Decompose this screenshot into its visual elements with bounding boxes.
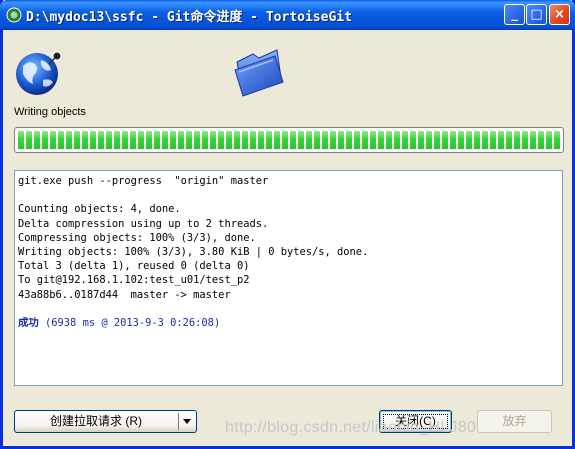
status-label: Writing objects (14, 106, 86, 118)
chevron-down-icon[interactable] (183, 419, 191, 424)
window-title: D:\mydoc13\ssfc - Git命令进度 - TortoiseGit (26, 10, 352, 25)
maximize-icon: □ (530, 7, 543, 22)
minimize-icon: _ (511, 7, 518, 22)
log-line: Counting objects: 4, done. (18, 203, 181, 216)
log-line: git.exe push --progress "origin" master (18, 175, 269, 187)
minimize-button[interactable]: _ (504, 4, 525, 25)
globe-icon (16, 51, 62, 95)
log-line: To git@192.168.1.102:test_u01/test_p2 (18, 274, 250, 287)
log-line: Total 3 (delta 1), reused 0 (delta 0) (18, 260, 250, 273)
pull-request-combo[interactable]: 创建拉取请求 (R) (14, 410, 197, 433)
tortoisegit-icon (6, 7, 22, 23)
success-detail: (6938 ms @ 2013-9-3 0:26:08) (38, 316, 221, 329)
success-word: 成功 (18, 316, 39, 329)
log-line: Writing objects: 100% (3/3), 3.80 KiB | … (18, 245, 369, 258)
log-line: Compressing objects: 100% (3/3), done. (18, 231, 256, 244)
abort-button: 放弃 (477, 410, 552, 433)
progress-dialog: D:\mydoc13\ssfc - Git命令进度 - TortoiseGit … (0, 0, 575, 449)
close-window-button[interactable]: × (549, 4, 570, 25)
maximize-button[interactable]: □ (526, 4, 547, 25)
watermark: http://blog.csdn.net/liaobin_HLJ80 (225, 419, 477, 436)
pull-request-label[interactable]: 创建拉取请求 (R) (15, 411, 177, 432)
log-success-line: 成功 (6938 ms @ 2013-9-3 0:26:08) (18, 316, 559, 330)
title-bar[interactable]: D:\mydoc13\ssfc - Git命令进度 - TortoiseGit … (0, 0, 575, 30)
output-log[interactable]: git.exe push --progress "origin" master C… (14, 170, 563, 386)
log-line: 43a88b6..0187d44 master -> master (18, 288, 231, 301)
progress-bar (14, 127, 564, 153)
close-icon: × (554, 7, 565, 22)
progress-fill (18, 131, 560, 149)
log-line: Delta compression using up to 2 threads. (18, 217, 269, 230)
folder-icon (234, 49, 284, 97)
abort-button-label: 放弃 (502, 414, 527, 428)
